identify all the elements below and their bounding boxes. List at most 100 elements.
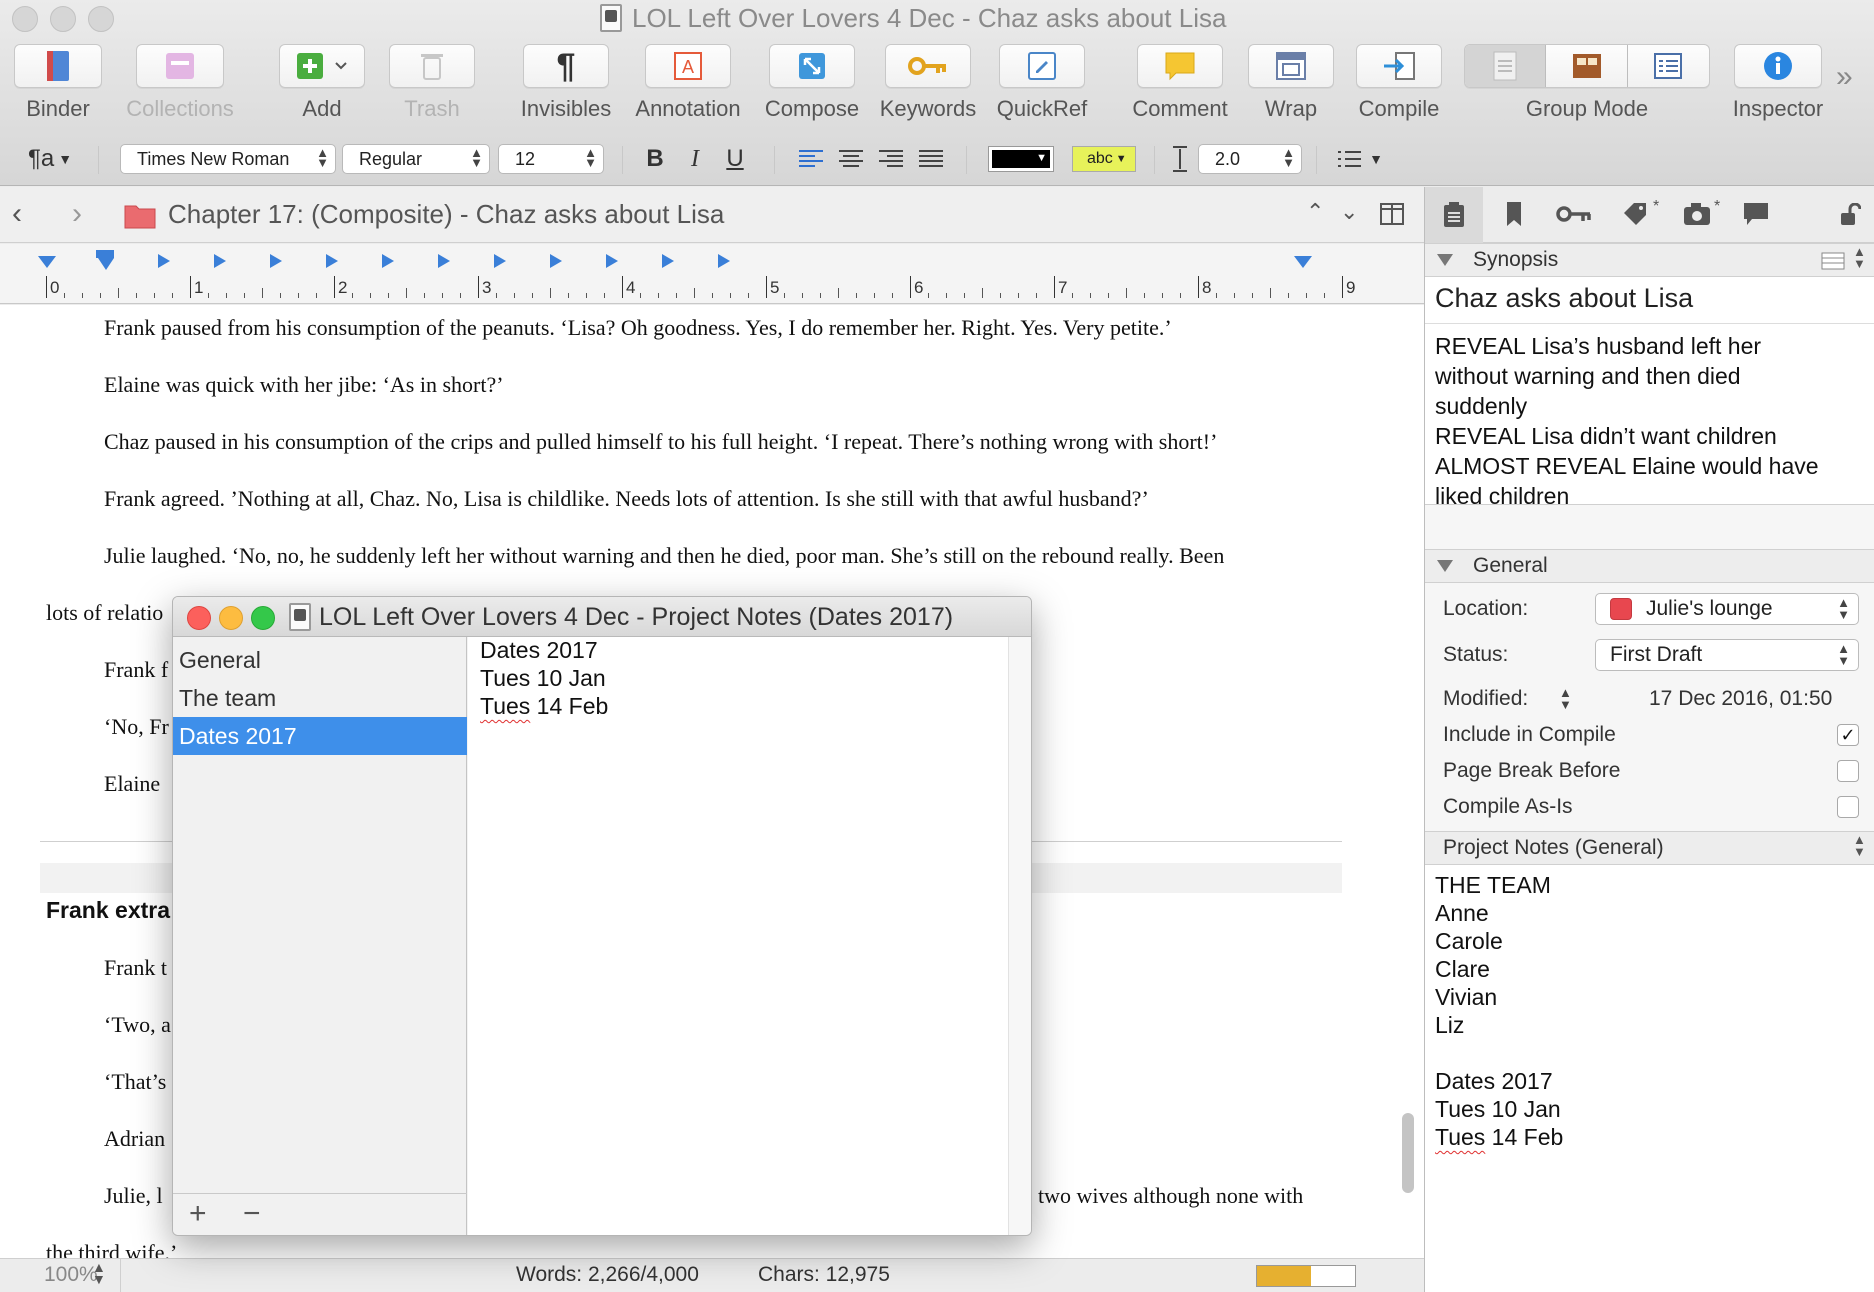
tab-comments[interactable]: [1743, 201, 1769, 232]
toolbar-overflow-button[interactable]: »: [1836, 60, 1853, 94]
updown-arrows-icon[interactable]: ▲ ▼: [1853, 833, 1866, 858]
inspector-button[interactable]: [1734, 44, 1822, 88]
tab-stop[interactable]: [606, 254, 618, 268]
tab-stop[interactable]: [158, 254, 170, 268]
toolbar-compose[interactable]: Compose: [760, 44, 864, 122]
minimize-window-button[interactable]: [219, 606, 243, 630]
align-center-button[interactable]: [836, 144, 866, 174]
synopsis-mode-icon[interactable]: [1821, 252, 1845, 270]
notes-list-item-general[interactable]: General: [173, 641, 467, 679]
font-family-select[interactable]: Times New Roman ▲ ▼: [120, 144, 336, 174]
tab-stop[interactable]: [382, 254, 394, 268]
tab-notes[interactable]: [1425, 187, 1483, 243]
collections-button[interactable]: [136, 44, 224, 88]
paragraph-style-menu[interactable]: ¶a ▼: [22, 144, 78, 174]
minimize-window-button[interactable]: [50, 6, 76, 32]
synopsis-text[interactable]: REVEAL Lisa’s husband left her without wa…: [1435, 331, 1819, 511]
binder-button[interactable]: [14, 44, 102, 88]
compile-button[interactable]: [1356, 44, 1442, 88]
add-button[interactable]: [279, 44, 365, 88]
align-right-button[interactable]: [876, 144, 906, 174]
toolbar-keywords[interactable]: Keywords: [878, 44, 978, 122]
editor-scrollbar-thumb[interactable]: [1402, 1113, 1414, 1193]
close-window-button[interactable]: [12, 6, 38, 32]
target-progress-bar[interactable]: [1256, 1265, 1356, 1287]
toolbar-compile[interactable]: Compile: [1356, 44, 1442, 122]
invisibles-button[interactable]: ¶: [523, 44, 609, 88]
bold-button[interactable]: B: [640, 144, 670, 174]
location-select[interactable]: Julie's lounge ▲ ▼: [1595, 593, 1859, 625]
tab-snapshots[interactable]: *: [1683, 198, 1723, 232]
general-section-header[interactable]: General: [1425, 549, 1874, 583]
project-notes-text[interactable]: THE TEAM Anne Carole Clare Vivian Liz Dates 20…: [1435, 871, 1563, 1151]
toolbar-wrap[interactable]: Wrap: [1248, 44, 1334, 122]
compose-button[interactable]: [769, 44, 855, 88]
tab-stop[interactable]: [326, 254, 338, 268]
annotation-button[interactable]: A: [645, 44, 731, 88]
notes-list-item-the-team[interactable]: The team: [173, 679, 467, 717]
corkboard-mode-button[interactable]: [1546, 45, 1628, 87]
tab-metadata[interactable]: [1555, 203, 1591, 230]
toolbar-invisibles[interactable]: ¶ Invisibles: [516, 44, 616, 122]
updown-arrows-icon[interactable]: ▲ ▼: [1853, 245, 1866, 270]
text-color-button[interactable]: ▼: [988, 146, 1054, 172]
split-editor-icon[interactable]: [1380, 203, 1404, 225]
remove-note-button[interactable]: −: [243, 1197, 261, 1231]
highlight-color-button[interactable]: abc ▼: [1072, 146, 1136, 172]
tab-keywords[interactable]: *: [1621, 198, 1661, 232]
editor-header-title[interactable]: Chapter 17: (Composite) - Chaz asks abou…: [168, 199, 724, 230]
tab-stop[interactable]: [494, 254, 506, 268]
forward-arrow-icon[interactable]: ›: [72, 197, 82, 231]
chevron-up-icon[interactable]: ⌃: [1306, 199, 1324, 225]
trash-button[interactable]: [389, 44, 475, 88]
add-note-button[interactable]: +: [189, 1197, 207, 1231]
close-window-button[interactable]: [187, 606, 211, 630]
align-justify-button[interactable]: [916, 144, 946, 174]
quickref-button[interactable]: [999, 44, 1085, 88]
toolbar-comment[interactable]: Comment: [1132, 44, 1228, 122]
align-left-button[interactable]: [796, 144, 826, 174]
lock-icon[interactable]: [1839, 202, 1862, 232]
chevron-down-icon[interactable]: ⌄: [1340, 199, 1358, 225]
italic-button[interactable]: I: [680, 144, 710, 174]
wrap-button[interactable]: [1248, 44, 1334, 88]
toolbar-add[interactable]: Add: [278, 44, 366, 122]
zoom-value[interactable]: 100%: [44, 1263, 98, 1287]
toolbar-inspector[interactable]: Inspector: [1732, 44, 1824, 122]
tab-stop[interactable]: [214, 254, 226, 268]
synopsis-box[interactable]: Chaz asks about Lisa REVEAL Lisa’s husba…: [1425, 277, 1874, 509]
tab-stop[interactable]: [438, 254, 450, 268]
zoom-window-button[interactable]: [88, 6, 114, 32]
underline-button[interactable]: U: [720, 144, 750, 174]
tab-bookmarks[interactable]: [1505, 201, 1523, 232]
project-notes-text-area[interactable]: THE TEAM Anne Carole Clare Vivian Liz Dates 20…: [1425, 865, 1874, 1292]
project-notes-scrollbar[interactable]: [1008, 637, 1031, 1235]
toolbar-collections[interactable]: Collections: [126, 44, 234, 122]
compile-as-is-checkbox[interactable]: [1837, 796, 1859, 818]
toolbar-trash[interactable]: Trash: [388, 44, 476, 122]
updown-arrows-icon[interactable]: ▲ ▼: [92, 1260, 106, 1286]
right-indent-marker[interactable]: [1294, 256, 1312, 268]
tab-stop[interactable]: [718, 254, 730, 268]
include-in-compile-checkbox[interactable]: ✓: [1837, 724, 1859, 746]
first-line-indent-marker[interactable]: [38, 256, 56, 268]
scrivenings-mode-button[interactable]: [1465, 45, 1547, 87]
keywords-button[interactable]: [885, 44, 971, 88]
toolbar-quickref[interactable]: QuickRef: [996, 44, 1088, 122]
updown-arrows-icon[interactable]: ▲ ▼: [1559, 686, 1572, 711]
zoom-window-button[interactable]: [251, 606, 275, 630]
line-spacing-select[interactable]: 2.0 ▲ ▼: [1198, 144, 1302, 174]
left-indent-triangle[interactable]: [98, 258, 114, 270]
status-select[interactable]: First Draft ▲ ▼: [1595, 639, 1859, 671]
toolbar-binder[interactable]: Binder: [12, 44, 104, 122]
project-notes-editor[interactable]: Dates 2017 Tues 10 Jan Tues 14 Feb: [468, 637, 1008, 1235]
notes-list-item-dates-2017[interactable]: Dates 2017: [173, 717, 467, 755]
synopsis-section-header[interactable]: Synopsis ▲ ▼: [1425, 243, 1874, 277]
back-arrow-icon[interactable]: ‹: [12, 197, 22, 231]
list-style-menu[interactable]: ▼: [1330, 144, 1390, 174]
text-ruler[interactable]: 0 1 2 3 4 5 6 7 8 9: [0, 244, 1424, 304]
tab-stop[interactable]: [550, 254, 562, 268]
tab-stop[interactable]: [270, 254, 282, 268]
outliner-mode-button[interactable]: [1628, 45, 1709, 87]
font-style-select[interactable]: Regular ▲ ▼: [342, 144, 490, 174]
